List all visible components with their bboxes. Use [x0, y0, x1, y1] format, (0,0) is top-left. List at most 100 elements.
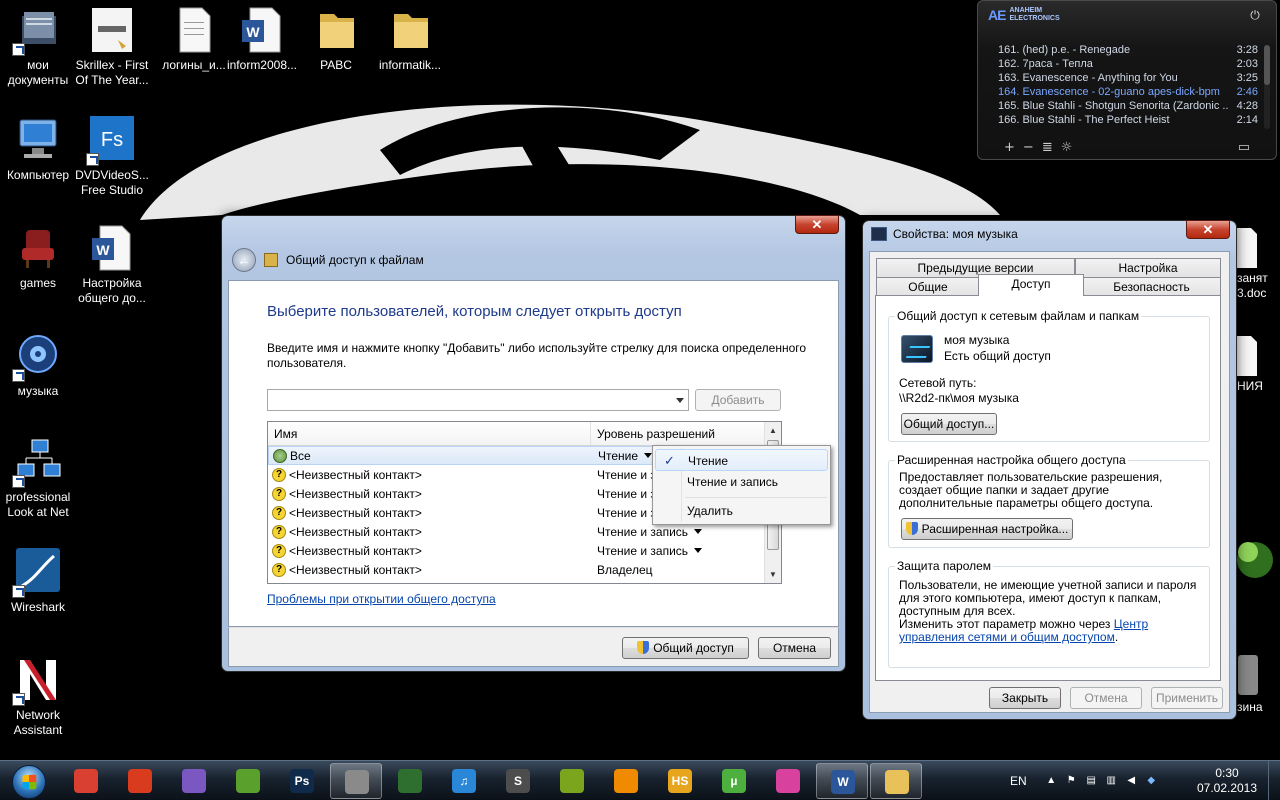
sharing-problems-link[interactable]: Проблемы при открытии общего доступа [267, 592, 496, 606]
taskbar-app-button[interactable]: µ [708, 763, 760, 799]
desktop-icon-wireshark[interactable]: Wireshark [0, 548, 76, 615]
permission-level[interactable]: Чтение и запись [597, 525, 688, 539]
playlist-item[interactable]: 165. Blue Stahli - Shotgun Senorita (Zar… [998, 99, 1258, 113]
chevron-down-icon[interactable] [676, 398, 684, 403]
list-icon[interactable]: ≣ [1042, 140, 1053, 155]
taskbar-app-button[interactable] [600, 763, 652, 799]
user-name: Все [290, 448, 311, 463]
taskbar-app-button[interactable]: W [816, 763, 868, 799]
table-row[interactable]: ? <Неизвестный контакт> Чтение и запись [268, 541, 781, 560]
playlist-item-current[interactable]: 164. Evanescence - 02-guano apes-dick-bp… [998, 85, 1258, 99]
taskbar-app-button[interactable] [168, 763, 220, 799]
unknown-contact-icon: ? [272, 467, 286, 482]
share-button[interactable]: Общий доступ [622, 637, 749, 659]
taskbar-app-button[interactable] [60, 763, 112, 799]
language-indicator[interactable]: EN [1010, 774, 1027, 788]
column-header-name[interactable]: Имя [268, 422, 591, 445]
flag-icon[interactable]: ⚑ [1066, 775, 1077, 787]
dropdown-arrow-icon[interactable] [694, 548, 703, 553]
utorrent-icon: µ [722, 769, 746, 793]
desktop-icon-games[interactable]: games [0, 224, 76, 291]
desktop-icon-share-settings-doc[interactable]: W Настройка общего до... [74, 224, 150, 306]
menu-item-read-write[interactable]: Чтение и запись [655, 471, 828, 493]
taskbar-app-button[interactable] [330, 763, 382, 799]
taskbar-app-button[interactable] [546, 763, 598, 799]
desktop-icon-pabc[interactable]: PABC [298, 6, 374, 73]
scroll-up-icon[interactable]: ▲ [765, 422, 781, 439]
scrollbar-thumb[interactable] [1264, 45, 1270, 85]
desktop-icon-network-assistant[interactable]: Network Assistant [0, 656, 76, 738]
taskbar-app-button[interactable] [222, 763, 274, 799]
track-duration: 3:25 [1236, 72, 1258, 84]
taskbar-app-button[interactable] [384, 763, 436, 799]
taskbar-app-button[interactable] [114, 763, 166, 799]
tab-sharing[interactable]: Доступ [978, 274, 1084, 296]
tab-general[interactable]: Общие [876, 277, 980, 296]
show-hidden-icon[interactable]: ▲ [1046, 775, 1057, 787]
desktop-icon-skrillex[interactable]: Skrillex - First Of The Year... [74, 6, 150, 88]
add-button[interactable]: Добавить [695, 389, 781, 411]
menu-item-read[interactable]: ✓ Чтение [655, 449, 828, 471]
player-controls: + − ≣ ☼ ▭ [978, 135, 1276, 159]
playlist-item[interactable]: 161. (hed) p.e. - Renegade 3:28 [998, 43, 1258, 57]
password-description: Пользователи, не имеющие учетной записи … [899, 578, 1197, 618]
desktop-icon-label: занят [1237, 271, 1268, 285]
desktop-icon-recycle-bin[interactable]: зина [1237, 700, 1280, 714]
desktop-icon-inform2008[interactable]: W inform2008... [224, 6, 300, 73]
back-arrow-icon[interactable]: ← [232, 248, 256, 272]
close-button[interactable]: ✕ [1186, 220, 1230, 239]
playlist-item[interactable]: 162. 7раса - Тепла 2:03 [998, 57, 1258, 71]
advanced-sharing-button[interactable]: Расширенная настройка... [901, 518, 1073, 540]
playlist-scrollbar[interactable] [1264, 45, 1270, 129]
remove-icon[interactable]: − [1023, 140, 1034, 155]
settings-icon[interactable]: ☼ [1061, 140, 1073, 155]
close-dialog-button[interactable]: Закрыть [989, 687, 1061, 709]
add-icon[interactable]: + [1004, 140, 1015, 155]
tab-security[interactable]: Безопасность [1082, 277, 1221, 296]
taskbar-app-button[interactable]: S [492, 763, 544, 799]
tab-customize[interactable]: Настройка [1075, 258, 1221, 277]
cancel-button[interactable]: Отмена [758, 637, 831, 659]
desktop-icon-computer[interactable]: Компьютер [0, 116, 76, 183]
cancel-button[interactable]: Отмена [1070, 687, 1142, 709]
start-button[interactable] [4, 763, 54, 799]
taskbar-app-button[interactable] [870, 763, 922, 799]
playlist-item[interactable]: 163. Evanescence - Anything for You 3:25 [998, 71, 1258, 85]
dropbox-icon[interactable]: ◆ [1146, 775, 1157, 787]
network-icon[interactable]: ▥ [1106, 775, 1117, 787]
playlist-item[interactable]: 166. Blue Stahli - The Perfect Heist 2:14 [998, 113, 1258, 127]
desktop-icon-logins[interactable]: логины_и... [156, 6, 232, 73]
dropdown-arrow-icon[interactable] [694, 529, 703, 534]
desktop-icon-informatik[interactable]: informatik... [372, 6, 448, 73]
taskbar-app-button[interactable]: Ps [276, 763, 328, 799]
dropdown-arrow-icon[interactable] [644, 453, 653, 458]
menu-item-remove[interactable]: Удалить [655, 500, 828, 522]
desktop-icon-music[interactable]: музыка [0, 332, 76, 399]
printer-icon[interactable]: ▤ [1086, 775, 1097, 787]
desktop-icon-dvdvideosoft[interactable]: Fs DVDVideoS... Free Studio [74, 116, 150, 198]
table-row[interactable]: ? <Неизвестный контакт> Владелец [268, 560, 781, 579]
share-button[interactable]: Общий доступ... [901, 413, 997, 435]
menu-separator [685, 497, 827, 498]
user-name: <Неизвестный контакт> [289, 562, 422, 577]
power-icon[interactable]: ⏻ [1244, 6, 1266, 24]
user-name-combobox[interactable] [267, 389, 689, 411]
taskbar-app-button[interactable]: ♫ [438, 763, 490, 799]
taskbar-app-button[interactable] [762, 763, 814, 799]
desktop-icon-partial-doc[interactable]: занят 3.doc [1237, 228, 1280, 301]
permission-level[interactable]: Чтение [598, 449, 638, 463]
advanced-button-label: Расширенная настройка... [921, 522, 1069, 536]
desktop-icon-my-documents[interactable]: мои документы [0, 6, 76, 88]
column-header-permission[interactable]: Уровень разрешений [591, 422, 715, 445]
apply-button[interactable]: Применить [1151, 687, 1223, 709]
speaker-icon[interactable]: ◀ [1126, 775, 1137, 787]
desktop-icon-look-at-net[interactable]: professional Look at Net [0, 438, 76, 520]
taskbar-app-button[interactable]: HS [654, 763, 706, 799]
desktop-icon-partial-doc-2[interactable]: НИЯ [1237, 336, 1280, 394]
scroll-down-icon[interactable]: ▼ [765, 566, 781, 583]
clock[interactable]: 0:30 07.02.2013 [1196, 766, 1258, 796]
close-button[interactable]: ✕ [795, 215, 839, 234]
show-desktop-button[interactable] [1268, 761, 1280, 800]
permission-level[interactable]: Чтение и запись [597, 544, 688, 558]
folder-open-icon[interactable]: ▭ [1238, 140, 1250, 155]
